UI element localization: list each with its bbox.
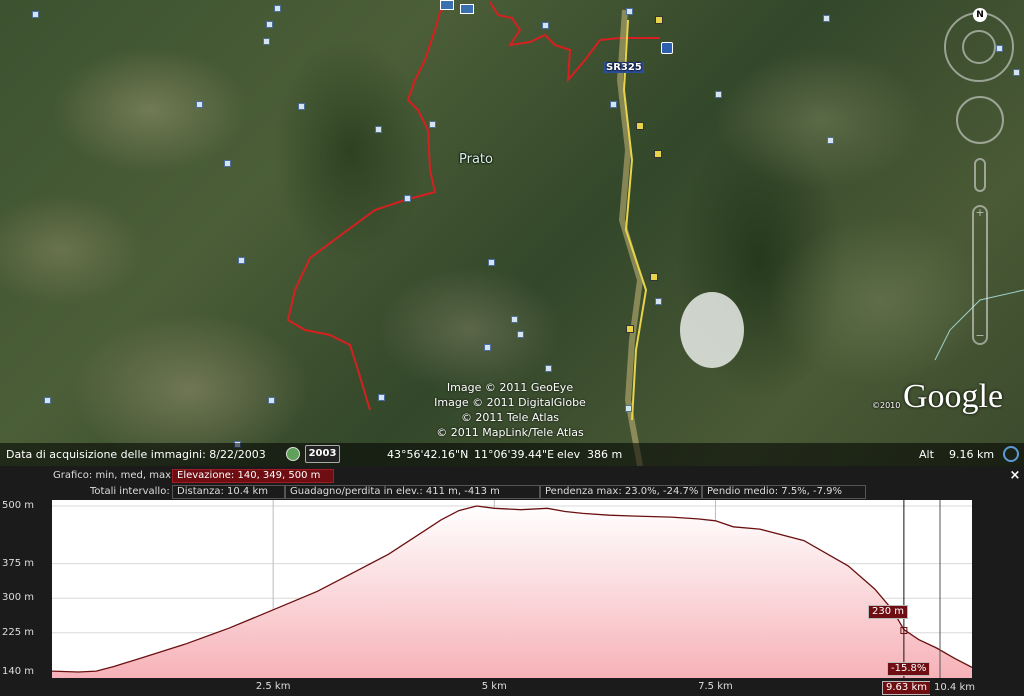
road-marker bbox=[626, 325, 634, 333]
poi-marker[interactable] bbox=[429, 121, 436, 128]
attribution-line: Image © 2011 DigitalGlobe bbox=[434, 396, 586, 409]
road-marker bbox=[655, 16, 663, 24]
compass-north-button[interactable]: N bbox=[973, 8, 987, 22]
poi-marker[interactable] bbox=[375, 126, 382, 133]
satellite-map[interactable]: Prato SR325 N + − Image © 2011 GeoEye Im… bbox=[0, 0, 1024, 466]
close-profile-button[interactable]: × bbox=[1009, 469, 1021, 483]
attribution-line: © 2011 MapLink/Tele Atlas bbox=[436, 426, 584, 439]
look-joystick[interactable] bbox=[962, 30, 996, 64]
max-slope-cell[interactable]: Pendenza max: 23.0%, -24.7% bbox=[540, 485, 702, 499]
poi-marker[interactable] bbox=[625, 405, 632, 412]
road-label[interactable]: SR325 bbox=[604, 62, 644, 73]
poi-marker[interactable] bbox=[274, 5, 281, 12]
x-tick-label: 5 km bbox=[481, 681, 507, 692]
y-tick-label: 375 m bbox=[1, 557, 34, 569]
y-tick-label: 300 m bbox=[1, 592, 34, 604]
acquisition-date-text: Data di acquisizione delle immagini: 8/2… bbox=[6, 448, 266, 461]
zoom-out-icon[interactable]: − bbox=[975, 330, 985, 341]
elevation-label: elev bbox=[557, 448, 581, 461]
elevation-chart[interactable] bbox=[52, 500, 972, 678]
poi-marker[interactable] bbox=[238, 257, 245, 264]
poi-marker[interactable] bbox=[511, 316, 518, 323]
elevation-profile-panel: × Grafico: min, med, max Elevazione: 140… bbox=[0, 466, 1024, 696]
poi-marker[interactable] bbox=[542, 22, 549, 29]
poi-marker[interactable] bbox=[32, 11, 39, 18]
distance-cell[interactable]: Distanza: 10.4 km bbox=[172, 485, 285, 499]
elevation-gain-loss-cell[interactable]: Guadagno/perdita in elev.: 411 m, -413 m bbox=[285, 485, 540, 499]
end-distance-tag: 10.4 km bbox=[930, 681, 979, 695]
latitude-readout: 43°56'42.16"N bbox=[387, 448, 469, 461]
poi-marker[interactable] bbox=[224, 160, 231, 167]
poi-marker[interactable] bbox=[484, 344, 491, 351]
historical-imagery-clock-icon[interactable] bbox=[286, 447, 300, 461]
cloud bbox=[680, 292, 744, 368]
cursor-slope-tag: -15.8% bbox=[887, 662, 931, 676]
x-tick-label: 2.5 km bbox=[255, 681, 291, 692]
poi-marker[interactable] bbox=[715, 91, 722, 98]
poi-marker[interactable] bbox=[827, 137, 834, 144]
y-tick-label: 140 m bbox=[1, 666, 34, 677]
river bbox=[616, 9, 644, 466]
cursor-distance-tag: 9.63 km bbox=[882, 681, 931, 695]
poi-marker[interactable] bbox=[488, 259, 495, 266]
lodging-icon[interactable] bbox=[460, 4, 474, 14]
road-marker bbox=[654, 150, 662, 158]
altitude-readout: 9.16 km bbox=[949, 448, 995, 461]
attribution-block: Image © 2011 GeoEye Image © 2011 Digital… bbox=[420, 380, 600, 440]
altitude-label: Alt bbox=[919, 448, 934, 461]
move-joystick[interactable] bbox=[956, 96, 1004, 144]
poi-marker[interactable] bbox=[266, 21, 273, 28]
attribution-line: Image © 2011 GeoEye bbox=[446, 381, 574, 394]
elevation-stat-cell[interactable]: Elevazione: 140, 349, 500 m bbox=[172, 469, 334, 483]
route-track bbox=[286, 4, 449, 411]
average-slope-cell[interactable]: Pendio medio: 7.5%, -7.9% bbox=[702, 485, 866, 499]
graph-row-label: Grafico: min, med, max bbox=[53, 470, 172, 481]
imagery-year-button[interactable]: 2003 bbox=[305, 445, 340, 463]
totals-row-label: Totali intervallo: bbox=[90, 486, 170, 497]
cursor-elevation-tag: 230 m bbox=[868, 605, 909, 619]
poi-marker[interactable] bbox=[626, 8, 633, 15]
zoom-slider[interactable] bbox=[972, 205, 988, 345]
poi-marker[interactable] bbox=[196, 101, 203, 108]
google-earth-window: Prato SR325 N + − Image © 2011 GeoEye Im… bbox=[0, 0, 1024, 696]
street-view-pegman-icon[interactable] bbox=[974, 158, 986, 192]
copyright-year: ©2010 bbox=[872, 401, 901, 410]
poi-marker[interactable] bbox=[823, 15, 830, 22]
poi-marker[interactable] bbox=[378, 394, 385, 401]
poi-marker[interactable] bbox=[298, 103, 305, 110]
transit-icon[interactable] bbox=[661, 42, 673, 54]
x-tick-label: 7.5 km bbox=[698, 681, 733, 692]
poi-marker[interactable] bbox=[1013, 69, 1020, 76]
zoom-in-icon[interactable]: + bbox=[975, 207, 985, 218]
valley-road bbox=[622, 19, 648, 421]
poi-marker[interactable] bbox=[404, 195, 411, 202]
road-marker bbox=[636, 122, 644, 130]
poi-marker[interactable] bbox=[44, 397, 51, 404]
lodging-icon[interactable] bbox=[440, 0, 454, 10]
google-logo: Google bbox=[903, 378, 1004, 415]
road-marker bbox=[650, 273, 658, 281]
poi-marker[interactable] bbox=[517, 331, 524, 338]
poi-marker[interactable] bbox=[268, 397, 275, 404]
poi-marker[interactable] bbox=[263, 38, 270, 45]
status-bar: Data di acquisizione delle immagini: 8/2… bbox=[0, 443, 1024, 466]
elevation-readout: 386 m bbox=[587, 448, 623, 461]
attribution-line: © 2011 Tele Atlas bbox=[460, 411, 560, 424]
longitude-readout: 11°06'39.44"E bbox=[474, 448, 555, 461]
poi-marker[interactable] bbox=[655, 298, 662, 305]
y-tick-label: 500 m bbox=[1, 500, 34, 511]
place-label[interactable]: Prato bbox=[459, 152, 493, 167]
poi-marker[interactable] bbox=[610, 101, 617, 108]
streaming-progress-icon bbox=[1003, 446, 1019, 462]
y-tick-label: 225 m bbox=[1, 626, 34, 638]
poi-marker[interactable] bbox=[545, 365, 552, 372]
